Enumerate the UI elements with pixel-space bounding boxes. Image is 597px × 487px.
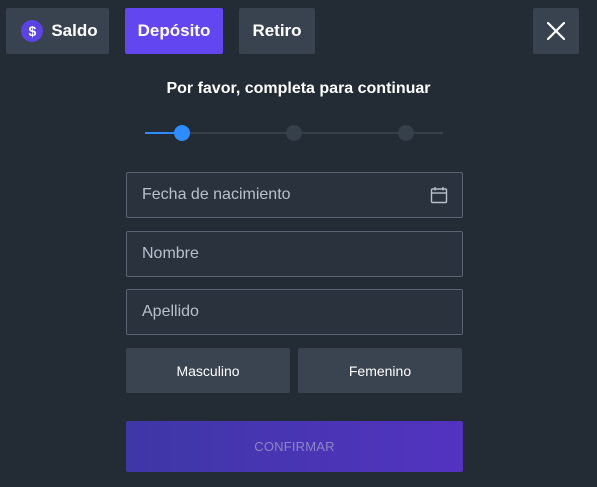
gender-male-button[interactable]: Masculino xyxy=(126,348,290,393)
birthdate-field[interactable]: Fecha de nacimiento xyxy=(126,172,463,218)
tab-retiro[interactable]: Retiro xyxy=(239,8,315,54)
tab-deposito[interactable]: Depósito xyxy=(125,8,223,54)
close-button[interactable] xyxy=(533,8,579,54)
tab-saldo-label: Saldo xyxy=(51,21,98,40)
name-placeholder: Nombre xyxy=(142,245,199,262)
tab-deposito-label: Depósito xyxy=(137,21,211,40)
gender-male-label: Masculino xyxy=(176,362,240,379)
step-1-dot xyxy=(174,125,190,141)
step-2-dot xyxy=(286,125,302,141)
name-field[interactable]: Nombre xyxy=(126,231,463,277)
confirm-button[interactable]: CONFIRMAR xyxy=(126,421,463,472)
close-icon xyxy=(547,22,565,40)
calendar-icon[interactable] xyxy=(430,186,448,204)
birthdate-placeholder: Fecha de nacimiento xyxy=(142,186,291,203)
surname-placeholder: Apellido xyxy=(142,303,199,320)
gender-female-label: Femenino xyxy=(348,362,412,379)
gender-female-button[interactable]: Femenino xyxy=(298,348,462,393)
tab-retiro-label: Retiro xyxy=(252,21,302,40)
tab-saldo[interactable]: $ Saldo xyxy=(6,8,109,54)
page-title: Por favor, completa para continuar xyxy=(166,80,431,97)
surname-field[interactable]: Apellido xyxy=(126,289,463,335)
dollar-coin-icon: $ xyxy=(21,20,44,42)
progress-stepper xyxy=(145,124,443,142)
confirm-label: CONFIRMAR xyxy=(254,439,335,454)
step-3-dot xyxy=(398,125,414,141)
